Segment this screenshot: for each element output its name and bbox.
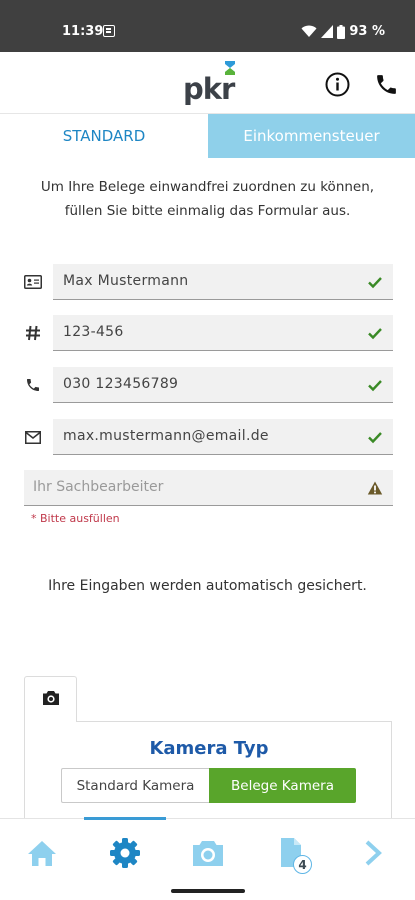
nav-home[interactable] [24, 835, 60, 871]
chevron-right-icon [365, 840, 382, 866]
email-field[interactable]: max.mustermann@email.de [53, 419, 393, 455]
phone-button[interactable] [374, 72, 399, 97]
camera-tab[interactable] [24, 676, 77, 722]
logo-text: pkr [183, 72, 235, 106]
camera-type-selector: Standard Kamera Belege Kamera [61, 768, 356, 803]
sachbearbeiter-placeholder: Ihr Sachbearbeiter [33, 479, 164, 495]
nav-next[interactable] [355, 835, 391, 871]
phone-value: 030 123456789 [63, 376, 179, 392]
info-icon [325, 72, 350, 97]
home-icon [28, 841, 56, 866]
logo-mark-icon [225, 61, 235, 75]
phone-icon [377, 75, 396, 94]
warning-icon [367, 481, 383, 495]
name-field-row: Max Mustermann [24, 264, 393, 300]
customer-number-value: 123-456 [63, 324, 124, 340]
customer-number-field-row: 123-456 [24, 315, 393, 351]
signal-icon [321, 25, 334, 38]
email-value: max.mustermann@email.de [63, 428, 269, 444]
intro-line-2: füllen Sie bitte einmalig das Formular a… [64, 203, 351, 219]
id-card-icon [24, 273, 42, 291]
intro-text: Um Ihre Belege einwandfrei zuordnen zu k… [0, 175, 415, 223]
nav-settings[interactable] [107, 835, 143, 871]
phone-field[interactable]: 030 123456789 [53, 367, 393, 403]
sachbearbeiter-error: * Bitte ausfüllen [31, 512, 120, 525]
check-icon [368, 432, 382, 444]
camera-icon [43, 691, 59, 705]
battery-text: 93 % [349, 24, 385, 39]
name-field[interactable]: Max Mustermann [53, 264, 393, 300]
battery-icon [337, 24, 346, 39]
camera-card: Kamera Typ Standard Kamera Belege Kamera [24, 721, 392, 821]
tab-einkommensteuer[interactable]: Einkommensteuer [208, 114, 415, 158]
camera-icon [193, 841, 223, 866]
check-icon [368, 380, 382, 392]
autosave-note: Ihre Eingaben werden automatisch gesiche… [48, 578, 367, 594]
pkr-logo: pkr [183, 60, 238, 106]
intro-line-1: Um Ihre Belege einwandfrei zuordnen zu k… [40, 179, 375, 195]
status-bar: 11:39 93 % [0, 0, 415, 52]
status-right: 93 % [301, 24, 385, 39]
name-value: Max Mustermann [63, 273, 189, 289]
tab-standard[interactable]: STANDARD [0, 114, 208, 158]
bottom-nav: 4 [0, 817, 415, 900]
card-tab-join [25, 720, 76, 723]
check-icon [368, 328, 382, 340]
sachbearbeiter-field-row: Ihr Sachbearbeiter [24, 470, 393, 506]
email-field-row: max.mustermann@email.de [24, 419, 393, 455]
phone-field-row: 030 123456789 [24, 367, 393, 403]
customer-number-field[interactable]: 123-456 [53, 315, 393, 351]
nav-camera[interactable] [190, 835, 226, 871]
system-home-indicator[interactable] [171, 889, 245, 893]
camera-type-title: Kamera Typ [149, 738, 269, 759]
info-button[interactable] [325, 72, 350, 97]
gear-icon [110, 838, 140, 868]
notification-icon [103, 25, 115, 37]
phone-icon [24, 376, 42, 394]
standard-camera-button[interactable]: Standard Kamera [61, 768, 209, 803]
envelope-icon [24, 428, 42, 446]
sachbearbeiter-field[interactable]: Ihr Sachbearbeiter [24, 470, 393, 506]
documents-count-badge: 4 [293, 855, 312, 874]
nav-active-indicator [84, 817, 166, 820]
tab-bar: STANDARD Einkommensteuer [0, 114, 415, 158]
app-header: pkr [0, 52, 415, 114]
wifi-icon [301, 25, 317, 37]
hash-icon [24, 324, 42, 342]
belege-camera-button[interactable]: Belege Kamera [209, 768, 356, 803]
status-time: 11:39 [62, 24, 104, 39]
check-icon [368, 277, 382, 289]
